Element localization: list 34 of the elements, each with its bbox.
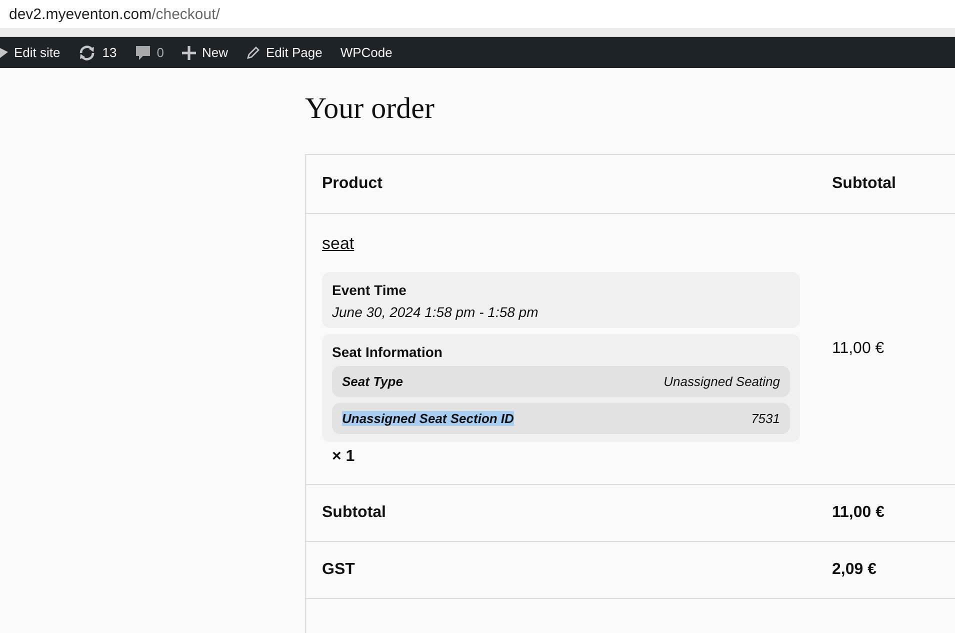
refresh-icon <box>78 44 96 60</box>
url-text[interactable]: dev2.myeventon.com/checkout/ <box>9 6 220 22</box>
quantity: × 1 <box>332 448 356 466</box>
comment-icon <box>134 44 151 60</box>
admin-bar-item[interactable]: Edit Page <box>236 37 332 68</box>
admin-bar-item[interactable]: 0 <box>126 37 173 68</box>
total-value: 2,09 € <box>831 560 878 580</box>
total-label: Subtotal <box>321 503 387 523</box>
page-heading: Your order <box>305 92 436 126</box>
event-time-label: Event Time <box>332 282 408 298</box>
admin-bar-label: WPCode <box>340 45 392 60</box>
admin-bar-item[interactable]: WPCode <box>331 37 402 68</box>
column-header: Product <box>321 174 384 194</box>
seat-detail-value: 7531 <box>751 411 780 426</box>
admin-bar-item[interactable]: New <box>172 37 237 68</box>
event-time-value: June 30, 2024 1:58 pm - 1:58 pm <box>332 304 540 320</box>
admin-bar-item[interactable]: Edit site <box>0 37 70 68</box>
admin-bar-label: 0 <box>156 45 164 60</box>
seat-detail-label: Seat Type <box>342 374 403 389</box>
admin-bar-item[interactable]: 13 <box>69 37 126 68</box>
column-header: Subtotal <box>831 174 897 194</box>
admin-bar-label: Edit site <box>14 45 60 60</box>
total-label: GST <box>321 560 356 580</box>
seat-info-label: Seat Information <box>332 344 444 360</box>
subtotal-cell-text: 11,00 € <box>831 339 886 359</box>
total-value: 11,00 € <box>831 503 886 523</box>
seat-detail-value: Unassigned Seating <box>664 374 780 389</box>
plus-icon <box>182 46 196 60</box>
product-link[interactable]: seat <box>322 234 354 254</box>
pencil-icon <box>246 46 260 60</box>
admin-bar-label: New <box>202 45 228 60</box>
admin-bar-label: Edit Page <box>266 45 322 60</box>
admin-bar-label: 13 <box>102 45 117 60</box>
seat-detail-label: Unassigned Seat Section ID <box>342 411 514 426</box>
